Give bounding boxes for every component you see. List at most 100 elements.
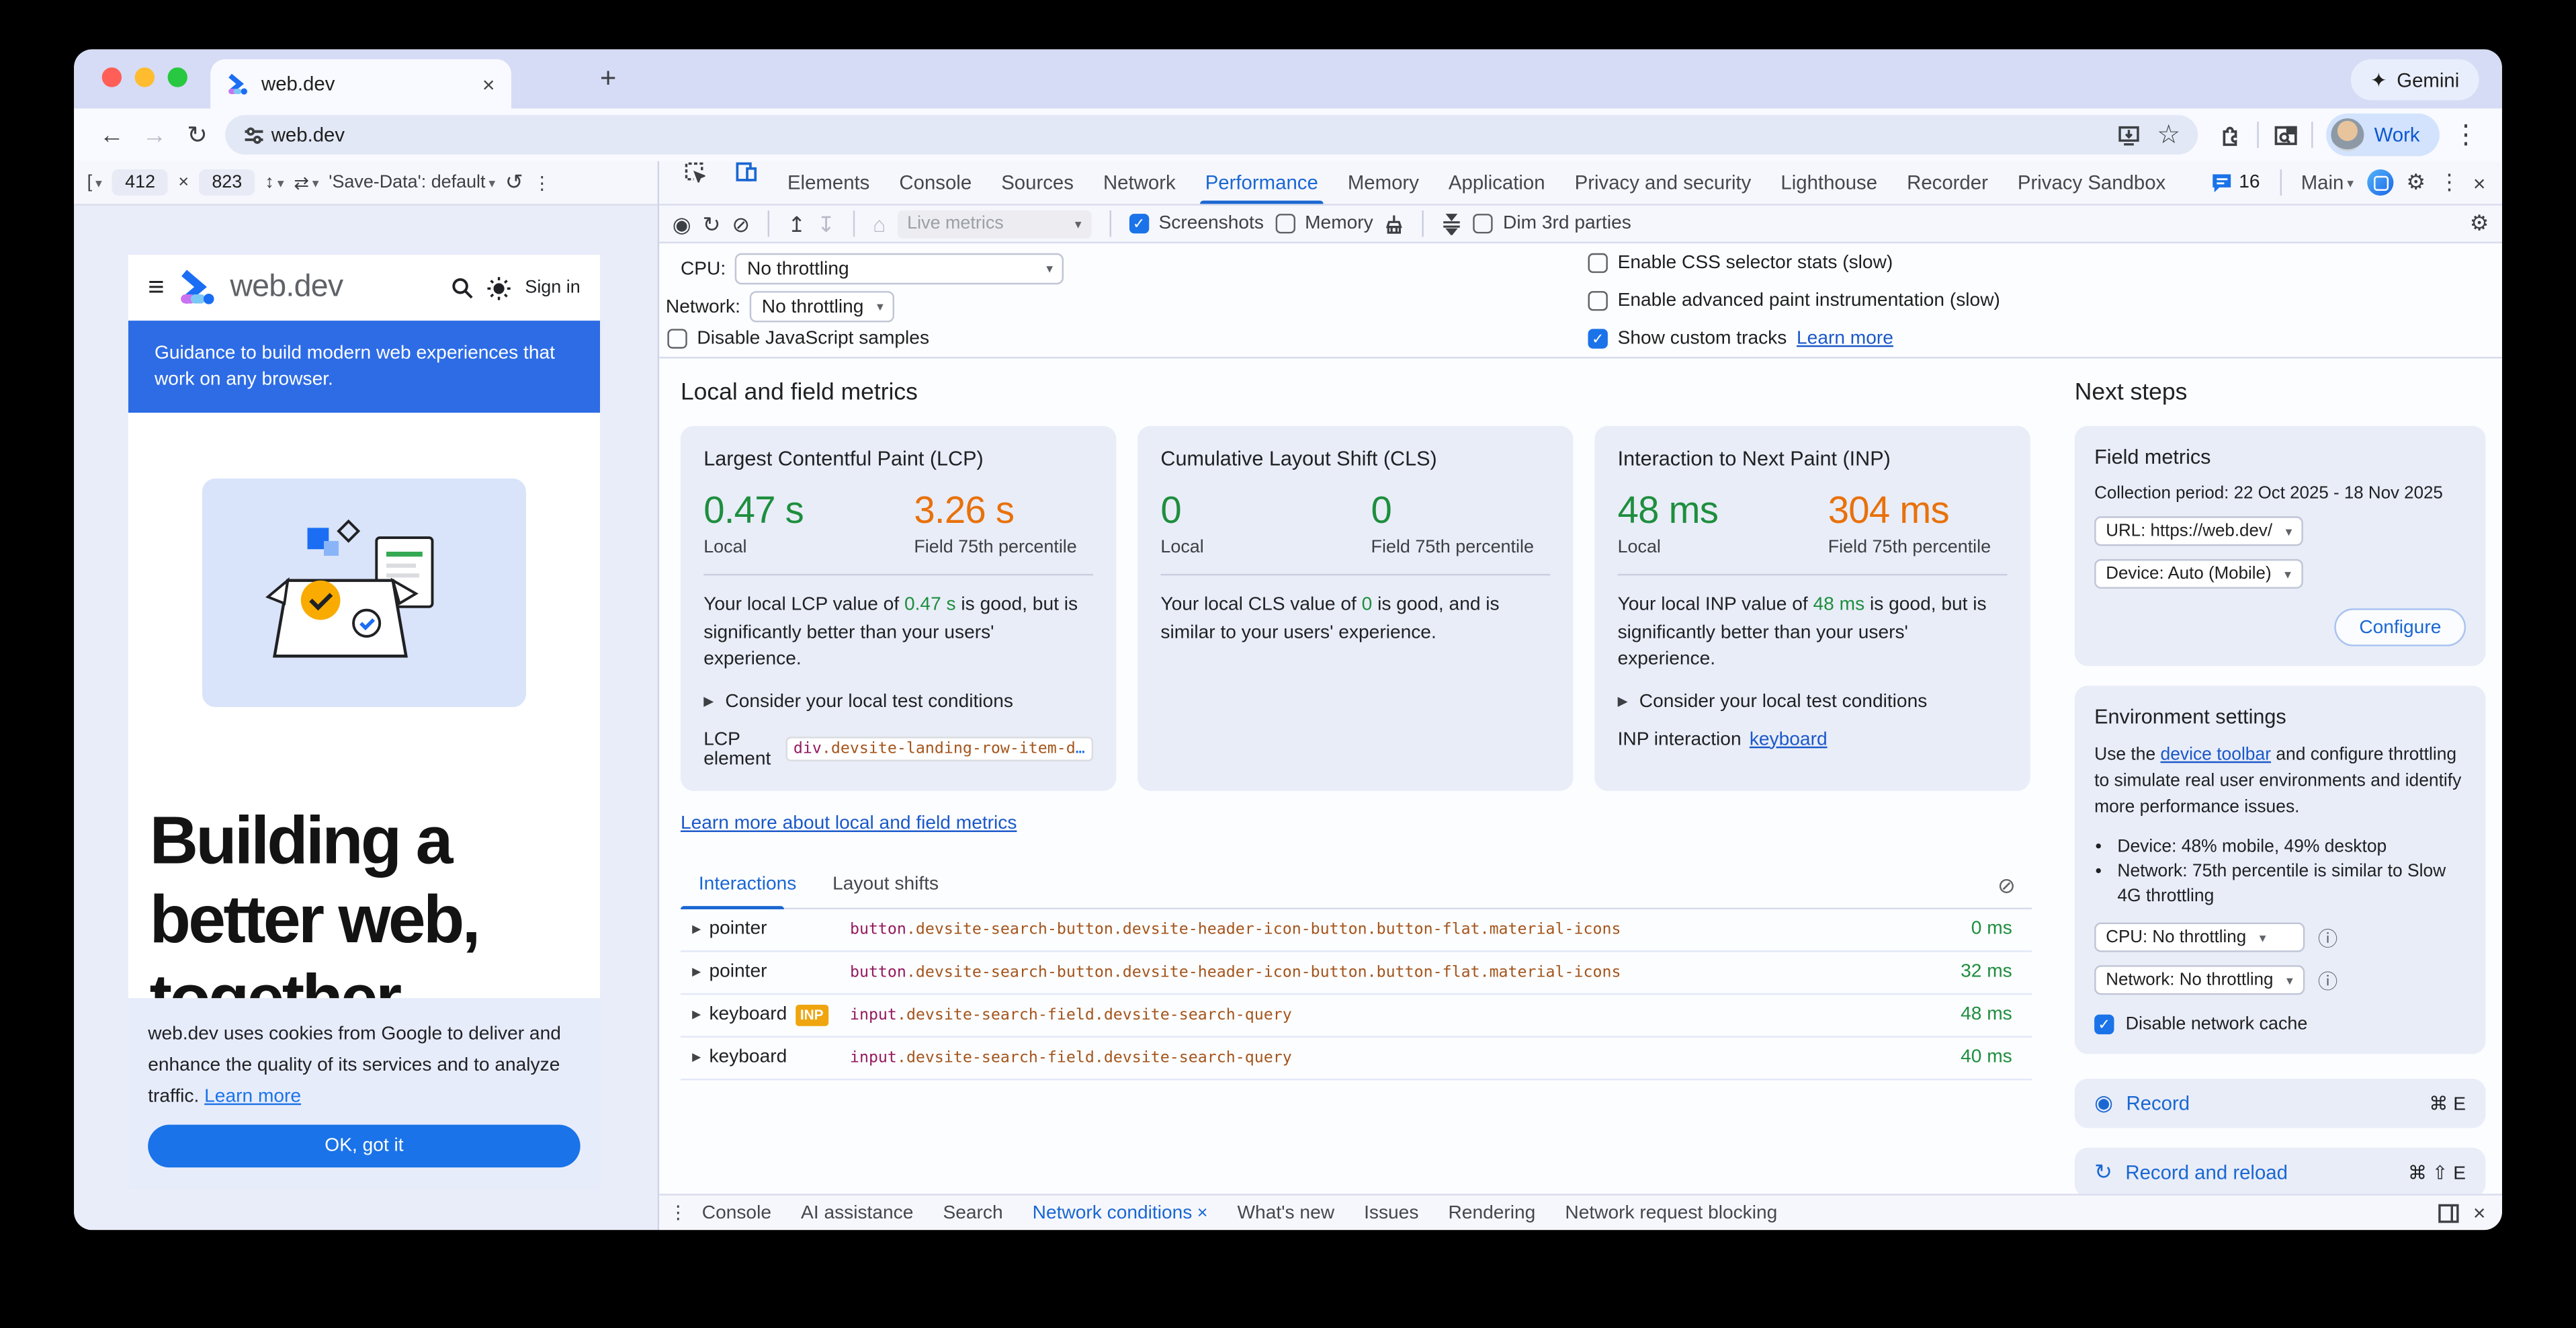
metrics-learn-more-link[interactable]: Learn more about local and field metrics (681, 813, 1017, 833)
clear-log-icon[interactable]: ⊘ (1998, 873, 2032, 899)
inp-expander[interactable]: ▶ Consider your local test conditions (1618, 692, 2008, 711)
tab-elements[interactable]: Elements (773, 161, 884, 204)
triangle-icon[interactable]: ▶ (692, 1050, 701, 1064)
interaction-row[interactable]: ▶pointer button.devsite-search-button.de… (681, 909, 2032, 952)
tab-application[interactable]: Application (1434, 161, 1560, 204)
sign-in-button[interactable]: Sign in (525, 278, 580, 297)
theme-toggle-icon[interactable] (487, 276, 512, 300)
dim-3rd-parties-row[interactable]: Dim 3rd parties (1473, 214, 1631, 233)
tab-memory[interactable]: Memory (1333, 161, 1434, 204)
env-network-select[interactable]: Network: No throttling ▾ (2094, 965, 2305, 995)
new-tab-button[interactable]: + (600, 63, 616, 95)
interaction-row[interactable]: ▶keyboard input.devsite-search-field.dev… (681, 1037, 2032, 1080)
load-profile-icon[interactable]: ↥ (787, 213, 806, 235)
custom-tracks-learn-more-link[interactable]: Learn more (1797, 329, 1893, 348)
device-toolbar-link[interactable]: device toolbar (2161, 745, 2272, 764)
disable-js-samples-checkbox[interactable] (667, 329, 687, 348)
rotate-icon[interactable]: ↺ (505, 169, 523, 196)
browser-tab[interactable]: web.dev × (210, 59, 511, 108)
configure-button[interactable]: Configure (2335, 608, 2466, 646)
network-throttle-select[interactable]: No throttling ▾ (750, 291, 895, 322)
disable-cache-checkbox[interactable]: ✓ (2094, 1015, 2114, 1034)
dim-3rd-parties-checkbox[interactable] (1473, 214, 1493, 233)
tab-sources[interactable]: Sources (986, 161, 1088, 204)
bookmark-star-icon[interactable]: ☆ (2149, 118, 2188, 151)
site-search-icon[interactable] (451, 276, 474, 299)
triangle-icon[interactable]: ▶ (692, 923, 701, 936)
site-settings-icon[interactable] (235, 120, 271, 150)
tab-privacy-sandbox[interactable]: Privacy Sandbox (2003, 161, 2180, 204)
drawer-tab-console[interactable]: Console (687, 1192, 786, 1230)
devtools-settings-icon[interactable]: ⚙ (2406, 169, 2425, 196)
tab-privacy-security[interactable]: Privacy and security (1560, 161, 1766, 204)
collapse-tracks-icon[interactable] (1442, 213, 1461, 235)
field-device-select[interactable]: Device: Auto (Mobile) ▾ (2094, 559, 2303, 589)
close-window-button[interactable] (102, 67, 122, 87)
zoom-dropdown[interactable]: ↕ ▾ (265, 173, 284, 192)
tab-layout-shifts[interactable]: Layout shifts (814, 865, 957, 908)
record-button[interactable]: ◉ Record ⌘ E (2075, 1079, 2486, 1128)
drawer-tab-whats-new[interactable]: What's new (1222, 1192, 1349, 1230)
clear-icon[interactable]: ⊘ (732, 213, 750, 235)
url-text[interactable]: web.dev (271, 124, 2110, 147)
tab-lighthouse[interactable]: Lighthouse (1766, 161, 1892, 204)
triangle-icon[interactable]: ▶ (692, 965, 701, 979)
tab-network[interactable]: Network (1088, 161, 1191, 204)
extensions-icon[interactable] (2211, 124, 2251, 147)
interaction-row[interactable]: ▶pointer button.devsite-search-button.de… (681, 951, 2032, 994)
drawer-tab-network-conditions[interactable]: Network conditions× (1018, 1192, 1223, 1230)
zoom-window-button[interactable] (168, 67, 187, 87)
profile-button[interactable]: Work (2327, 114, 2440, 157)
dock-side-icon[interactable] (2438, 1203, 2460, 1222)
drawer-tab-issues[interactable]: Issues (1349, 1192, 1433, 1230)
viewport-width-input[interactable]: 412 (112, 169, 169, 196)
interaction-row[interactable]: ▶keyboardINP input.devsite-search-field.… (681, 994, 2032, 1037)
save-data-dropdown[interactable]: 'Save-Data': default ▾ (329, 173, 495, 192)
device-preset-dropdown[interactable]: [ ▾ (87, 173, 102, 192)
omnibox[interactable]: web.dev ☆ (225, 115, 2198, 155)
devtools-menu-icon[interactable]: ⋮ (2438, 169, 2460, 196)
drawer-close-icon[interactable]: × (2473, 1200, 2486, 1225)
triangle-icon[interactable]: ▶ (692, 1008, 701, 1022)
hamburger-menu-icon[interactable]: ≡ (148, 272, 164, 304)
garbage-collect-icon[interactable] (1385, 213, 1404, 235)
screenshots-checkbox[interactable]: ✓ (1129, 214, 1148, 233)
cookie-learn-more-link[interactable]: Learn more (204, 1087, 301, 1106)
memory-checkbox[interactable] (1275, 214, 1295, 233)
forward-button[interactable]: → (133, 121, 176, 149)
close-icon[interactable]: × (1197, 1203, 1208, 1222)
record-icon[interactable]: ◉ (673, 213, 691, 235)
back-button[interactable]: ← (91, 121, 134, 149)
record-reload-icon[interactable]: ↻ (703, 213, 721, 235)
tab-interactions[interactable]: Interactions (681, 865, 814, 908)
env-cpu-select[interactable]: CPU: No throttling ▾ (2094, 923, 2305, 952)
main-context-dropdown[interactable]: Main ▾ (2301, 171, 2354, 194)
gemini-button[interactable]: ✦ Gemini (2351, 59, 2479, 100)
lcp-element-chip[interactable]: div.devsite-landing-row-item-d… (785, 737, 1093, 761)
reload-button[interactable]: ↻ (176, 120, 219, 150)
save-profile-icon[interactable]: ↧ (817, 213, 835, 235)
tab-performance[interactable]: Performance (1191, 161, 1333, 204)
device-toolbar-menu-icon[interactable]: ⋮ (533, 172, 551, 194)
field-url-select[interactable]: URL: https://web.dev/ ▾ (2094, 516, 2303, 546)
advanced-paint-checkbox[interactable] (1588, 291, 1608, 310)
lcp-expander[interactable]: ▶ Consider your local test conditions (703, 692, 1093, 711)
drawer-tab-ai-assistance[interactable]: AI assistance (786, 1192, 928, 1230)
screenshots-checkbox-row[interactable]: ✓ Screenshots (1129, 214, 1263, 233)
cpu-throttle-select[interactable]: No throttling ▾ (736, 253, 1064, 284)
inspect-icon[interactable] (669, 161, 720, 204)
capture-settings-icon[interactable]: ⚙ (2470, 210, 2489, 237)
ai-assistance-icon[interactable] (2367, 169, 2393, 196)
devtools-close-icon[interactable]: × (2473, 170, 2486, 195)
viewport-height-input[interactable]: 823 (199, 169, 255, 196)
browser-menu-icon[interactable]: ⋮ (2446, 118, 2486, 151)
disable-cache-row[interactable]: ✓ Disable network cache (2094, 1015, 2466, 1034)
record-and-reload-button[interactable]: ↻ Record and reload ⌘ ⇧ E (2075, 1148, 2486, 1194)
custom-tracks-checkbox[interactable]: ✓ (1588, 329, 1608, 348)
tab-console[interactable]: Console (884, 161, 986, 204)
inp-interaction-link[interactable]: keyboard (1750, 729, 1828, 749)
tab-recorder[interactable]: Recorder (1892, 161, 2003, 204)
side-search-icon[interactable] (2266, 124, 2305, 146)
minimize-window-button[interactable] (135, 67, 155, 87)
drawer-tab-search[interactable]: Search (928, 1192, 1017, 1230)
